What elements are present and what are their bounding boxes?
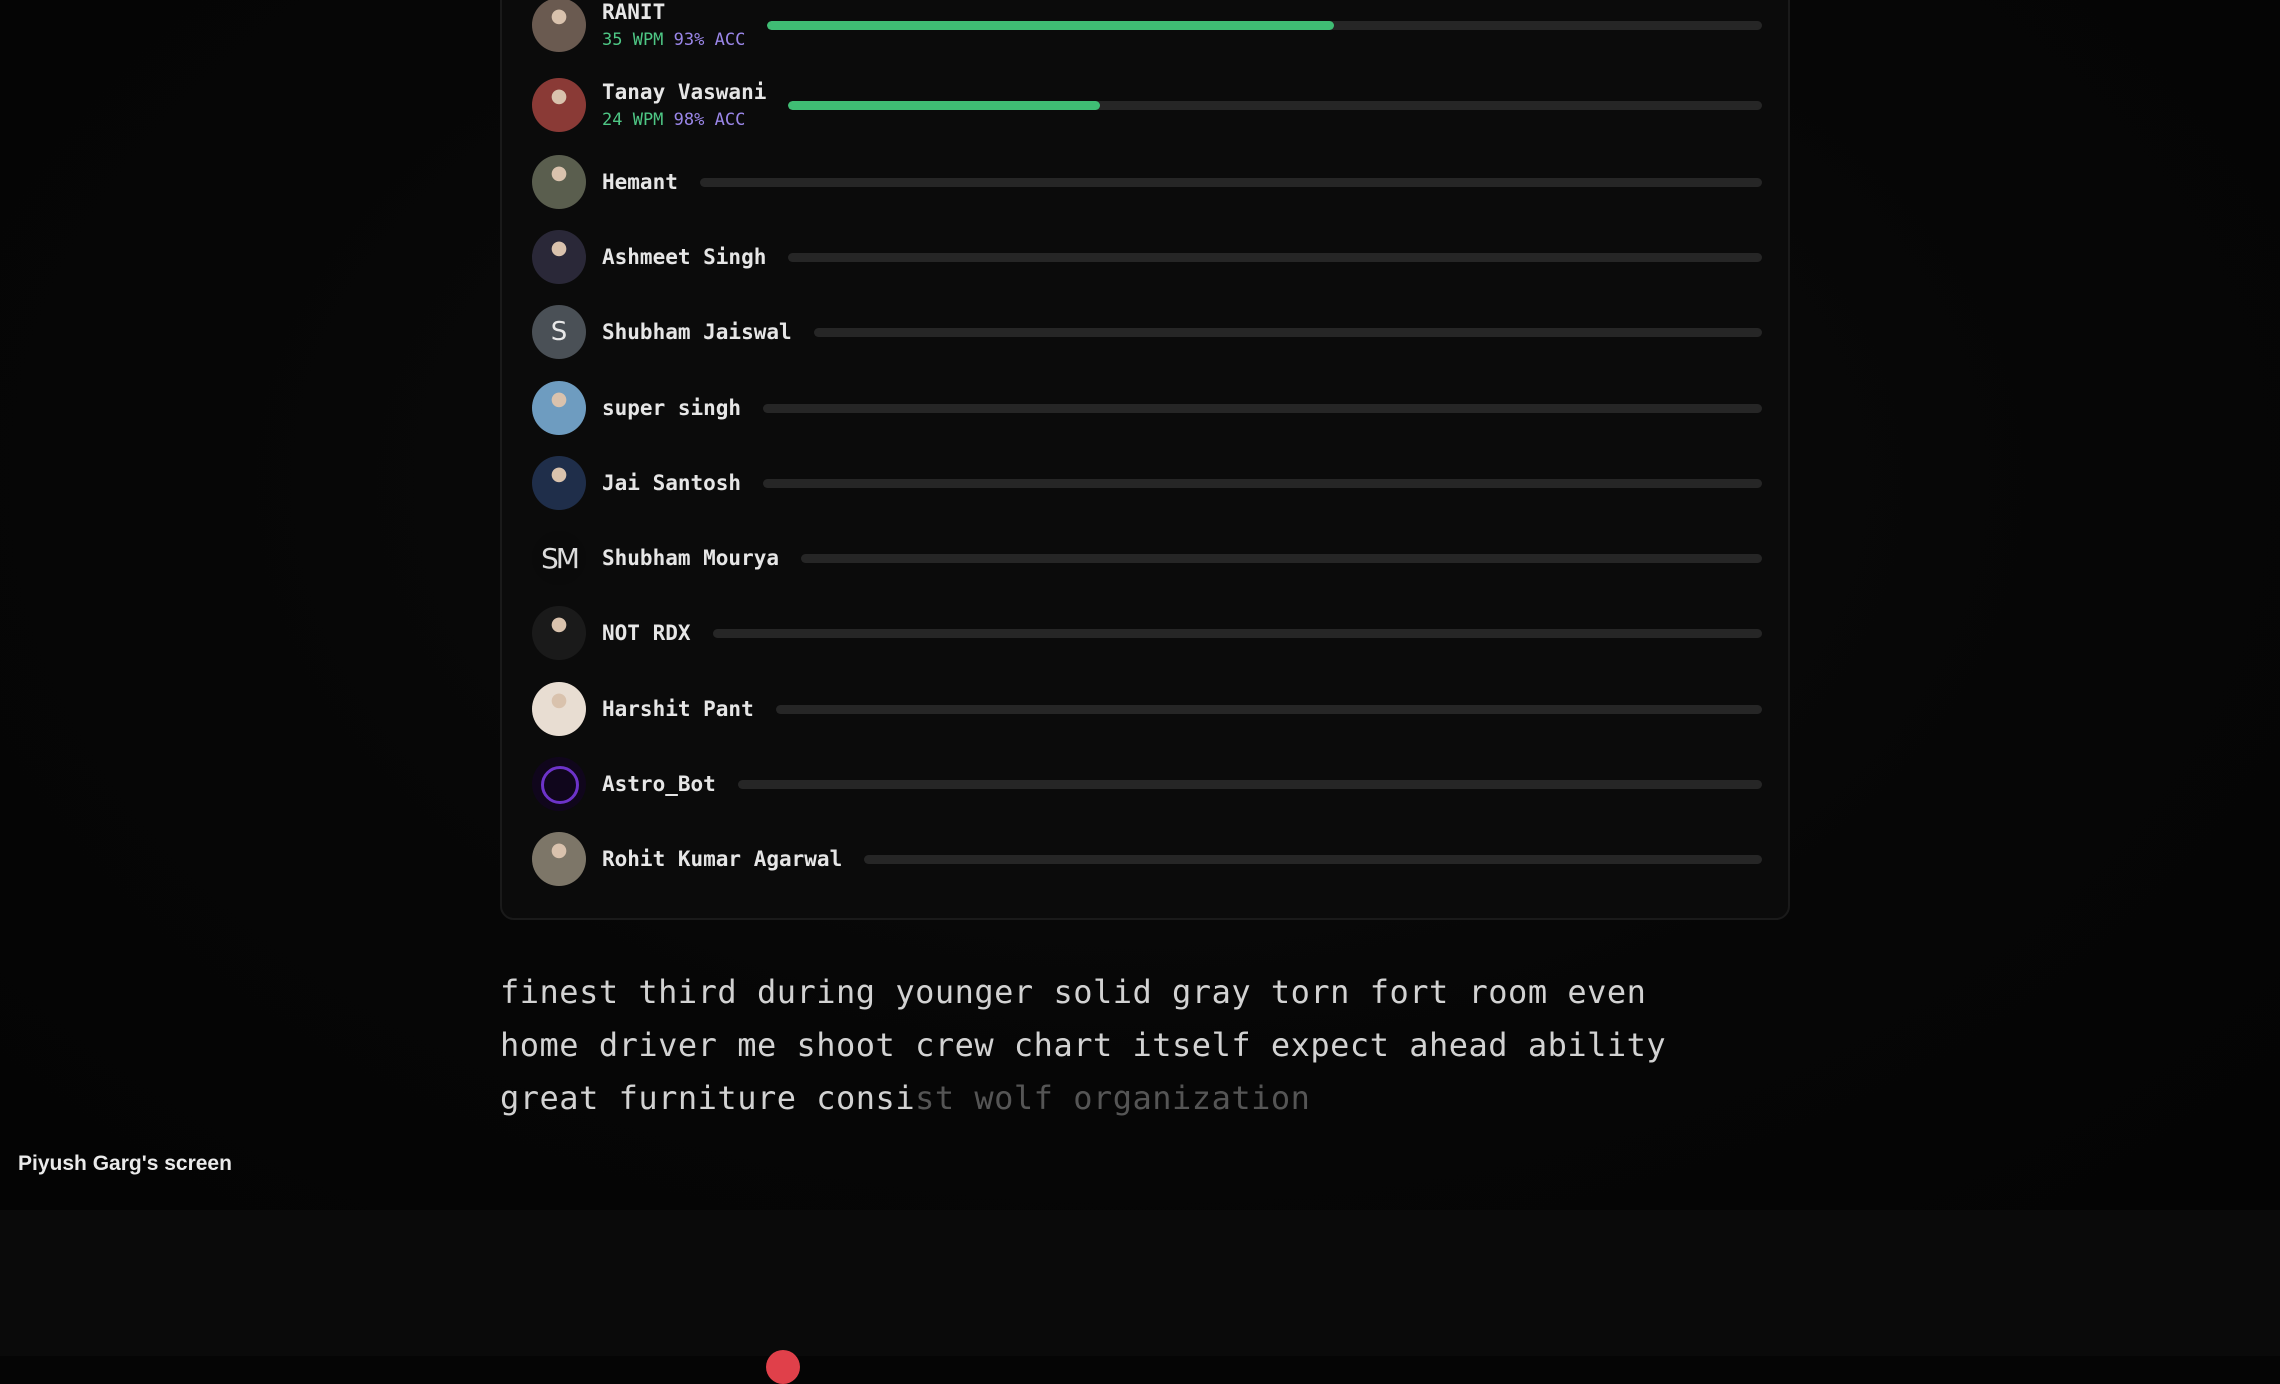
photo-person-glasses-icon [532, 155, 586, 209]
participant-row: Tanay Vaswani 24 WPM 98% ACC [532, 75, 1762, 135]
photo-person-icon [532, 0, 586, 52]
participant-row: super singh [532, 378, 1762, 438]
skull-icon [532, 606, 586, 660]
progress-track [763, 403, 1762, 413]
recording-indicator-icon [766, 1350, 800, 1384]
night-sky-photo-icon [532, 456, 586, 510]
participant-name: Shubham Jaiswal [602, 320, 792, 344]
progress-track [763, 478, 1762, 488]
participant-row: Astro_Bot [532, 754, 1762, 814]
participant-name: RANIT [602, 0, 666, 24]
progress-track [699, 177, 1762, 187]
progress-track [737, 779, 1762, 789]
participant-row: Hemant [532, 152, 1762, 212]
participant-row: RANIT 35 WPM 93% ACC [532, 0, 1762, 55]
meeting-bottom-bar [0, 1210, 2280, 1356]
progress-track [788, 100, 1762, 110]
progress-track [801, 553, 1762, 563]
participant-info: Ashmeet Singh [602, 245, 766, 269]
progress-track [775, 704, 1762, 714]
participant-info: RANIT 35 WPM 93% ACC [602, 0, 745, 50]
pending-text: st wolf organization [915, 1079, 1311, 1117]
photo-person-red-icon [532, 78, 586, 132]
participant-row: Rohit Kumar Agarwal [532, 829, 1762, 889]
participant-info: Hemant [602, 170, 678, 194]
typing-line-1: finest third during younger solid gray t… [500, 973, 1647, 1011]
landscape-photo-icon [532, 381, 586, 435]
participant-name: Shubham Mourya [602, 546, 780, 570]
participant-row: NOT RDX [532, 603, 1762, 663]
participant-name: Rohit Kumar Agarwal [602, 847, 843, 871]
participant-info: Shubham Mourya [602, 546, 779, 570]
participant-info: Shubham Jaiswal [602, 320, 792, 344]
accuracy-value: 98% ACC [673, 110, 746, 130]
progress-track [813, 327, 1762, 337]
participant-info: NOT RDX [602, 621, 691, 645]
progress-track [767, 20, 1762, 30]
screen-share-label: Piyush Garg's screen [18, 1152, 232, 1175]
progress-track [788, 252, 1762, 262]
photo-person-sunglasses-icon [532, 230, 586, 284]
letter-avatar-icon: S [532, 305, 586, 359]
participant-name: Jai Santosh [602, 471, 742, 495]
typing-line-2: home driver me shoot crew chart itself e… [500, 1026, 1667, 1064]
participant-row: Ashmeet Singh [532, 227, 1762, 287]
wpm-value: 24 WPM [602, 110, 664, 130]
participant-name: super singh [602, 396, 742, 420]
wpm-value: 35 WPM [602, 30, 664, 50]
purple-ring-icon [532, 757, 586, 811]
participant-info: Tanay Vaswani 24 WPM 98% ACC [602, 80, 766, 130]
participant-row: Jai Santosh [532, 453, 1762, 513]
participant-name: Tanay Vaswani [602, 80, 767, 104]
typing-line-3: great furniture consist wolf organizatio… [500, 1072, 1790, 1125]
sm-monogram-icon: SM [532, 531, 586, 585]
participant-stats: 35 WPM 93% ACC [602, 30, 745, 50]
participant-name: Ashmeet Singh [602, 245, 767, 269]
anime-face-icon [532, 682, 586, 736]
progress-track [712, 628, 1762, 638]
participant-name: Astro_Bot [602, 772, 716, 796]
participant-info: Astro_Bot [602, 772, 716, 796]
typed-text: great furniture consi [500, 1079, 916, 1117]
participant-info: Jai Santosh [602, 471, 741, 495]
participant-row: S Shubham Jaiswal [532, 302, 1762, 362]
progress-track [864, 854, 1762, 864]
participant-info: Rohit Kumar Agarwal [602, 847, 842, 871]
participant-row: Harshit Pant [532, 679, 1762, 739]
participant-info: super singh [602, 396, 741, 420]
participant-row: SM Shubham Mourya [532, 528, 1762, 588]
photo-person-outdoor-icon [532, 832, 586, 886]
participant-name: Hemant [602, 170, 678, 194]
accuracy-value: 93% ACC [673, 30, 746, 50]
progress-fill [767, 20, 1335, 30]
participant-info: Harshit Pant [602, 697, 754, 721]
typing-text[interactable]: finest third during younger solid gray t… [500, 966, 1790, 1125]
participant-stats: 24 WPM 98% ACC [602, 110, 766, 130]
progress-fill [788, 100, 1100, 110]
participant-name: Harshit Pant [602, 697, 754, 721]
participant-name: NOT RDX [602, 621, 691, 645]
